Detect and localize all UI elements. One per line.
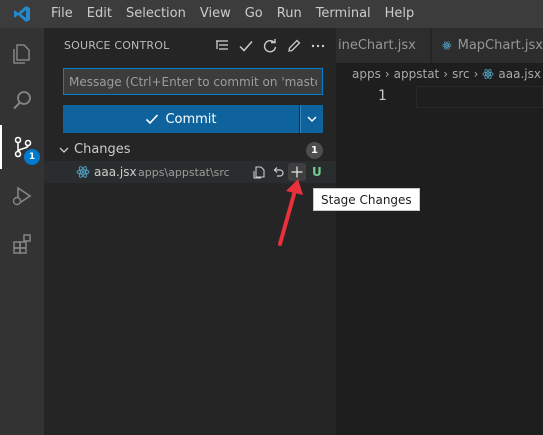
chevron-down-icon [59, 147, 69, 153]
tab-linechart[interactable]: ineChart.jsx [336, 28, 431, 63]
tab-label: MapChart.jsx [457, 38, 543, 53]
changes-label: Changes [74, 142, 131, 157]
run-debug-button[interactable] [0, 174, 44, 218]
files-icon [13, 44, 30, 64]
current-line-highlight[interactable] [416, 86, 543, 108]
open-changes-button[interactable] [284, 36, 304, 56]
activity-bar: 1 [0, 28, 44, 435]
commit-button[interactable]: Commit [63, 105, 299, 133]
breadcrumb-item[interactable]: appstat [394, 67, 440, 81]
react-file-icon [482, 69, 494, 79]
vscode-logo-icon [0, 0, 44, 28]
panel-actions [212, 36, 328, 56]
explorer-button[interactable] [0, 32, 44, 76]
menu-run[interactable]: Run [270, 0, 309, 28]
tab-mapchart[interactable]: MapChart.jsx [432, 28, 543, 63]
tab-label: ineChart.jsx [338, 38, 416, 53]
view-as-tree-button[interactable] [212, 36, 232, 56]
check-icon [239, 41, 253, 52]
breadcrumb-item[interactable]: aaa.jsx [498, 67, 541, 81]
changes-group-header[interactable]: Changes 1 [44, 139, 336, 161]
line-number: 1 [378, 88, 387, 104]
refresh-icon [263, 39, 277, 53]
title-bar: File Edit Selection View Go Run Terminal… [0, 0, 543, 28]
breadcrumb-item[interactable]: apps [352, 67, 381, 81]
check-icon [146, 114, 159, 125]
menu-file[interactable]: File [44, 0, 80, 28]
go-to-file-icon [253, 166, 265, 179]
commit-dropdown-button[interactable] [300, 105, 323, 133]
react-file-icon [76, 166, 90, 178]
run-debug-icon [12, 186, 32, 206]
annotation-arrow-icon [278, 179, 303, 246]
file-name: aaa.jsx [94, 165, 137, 179]
menu-selection[interactable]: Selection [119, 0, 193, 28]
menu-help[interactable]: Help [378, 0, 422, 28]
menu-view[interactable]: View [193, 0, 238, 28]
list-tree-icon [216, 40, 228, 50]
breadcrumb: apps › appstat › src › aaa.jsx [336, 63, 543, 85]
refresh-button[interactable] [260, 36, 280, 56]
source-control-button[interactable]: 1 [0, 125, 44, 169]
editor-tab-bar: ineChart.jsx MapChart.jsx [336, 28, 543, 63]
chevron-right-icon: › [384, 67, 390, 81]
scm-badge: 1 [24, 149, 40, 165]
panel-header: SOURCE CONTROL [44, 28, 336, 63]
menu-bar: File Edit Selection View Go Run Terminal… [44, 0, 421, 28]
untracked-status: U [312, 165, 322, 179]
extensions-icon [13, 234, 31, 254]
more-actions-button[interactable] [308, 36, 328, 56]
pencil-icon [288, 39, 301, 52]
commit-check-button[interactable] [236, 36, 256, 56]
extensions-button[interactable] [0, 222, 44, 266]
commit-button-label: Commit [165, 111, 217, 127]
menu-terminal[interactable]: Terminal [309, 0, 378, 28]
file-path: apps\appstat\src [138, 166, 230, 179]
breadcrumb-item[interactable]: src [452, 67, 470, 81]
commit-message-input[interactable] [63, 68, 323, 95]
open-file-button[interactable] [250, 163, 268, 181]
changes-count-badge: 1 [306, 142, 323, 159]
react-file-icon [442, 41, 452, 50]
search-button[interactable] [0, 78, 44, 122]
search-icon [13, 91, 31, 110]
chevron-down-icon [307, 116, 317, 123]
chevron-right-icon: › [443, 67, 449, 81]
menu-edit[interactable]: Edit [80, 0, 119, 28]
menu-go[interactable]: Go [238, 0, 270, 28]
ellipsis-icon [311, 44, 325, 48]
stage-changes-tooltip: Stage Changes [313, 188, 420, 211]
chevron-right-icon: › [473, 67, 479, 81]
panel-title: SOURCE CONTROL [64, 39, 170, 52]
